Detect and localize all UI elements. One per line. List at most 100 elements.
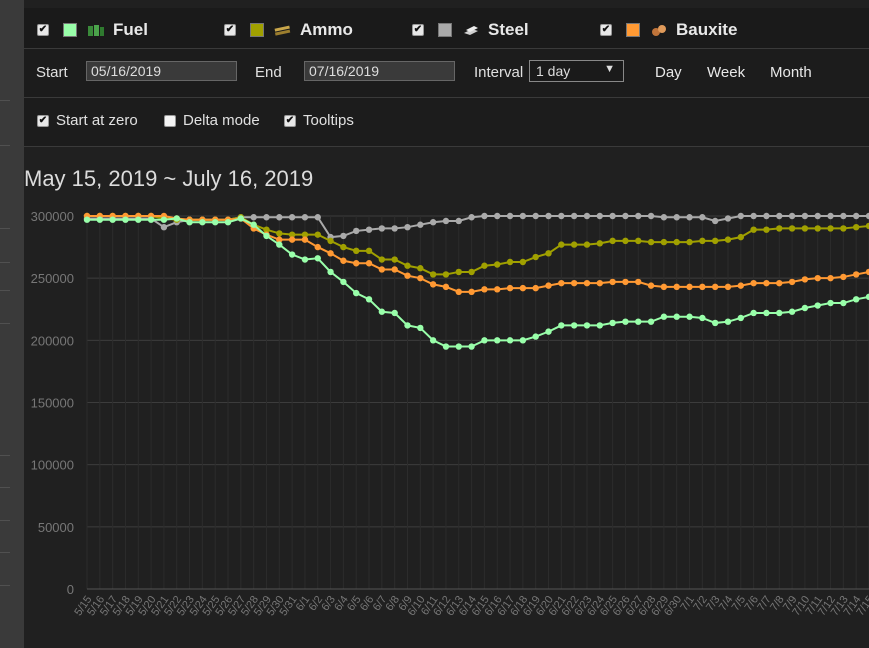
resource-toggle-ammo[interactable]: ✔ Ammo: [224, 20, 353, 40]
ammo-data-point: [442, 271, 450, 278]
fuel-data-point: [429, 337, 437, 344]
chart-series: [83, 212, 869, 350]
ammo-data-point: [429, 271, 437, 278]
ammo-data-point: [750, 226, 757, 233]
fuel-data-point: [83, 216, 91, 223]
bauxite-data-point: [442, 283, 450, 291]
fuel-data-point: [840, 299, 847, 307]
ammo-data-point: [711, 237, 719, 245]
ammo-data-point: [763, 226, 770, 233]
steel-data-point: [622, 212, 629, 220]
range-month-button[interactable]: Month: [770, 64, 812, 81]
start-label: Start: [36, 64, 68, 81]
y-tick-label: 300000: [31, 209, 74, 224]
ammo-data-point: [776, 225, 783, 232]
delta-mode-checkbox[interactable]: [164, 114, 176, 127]
fuel-data-point: [455, 343, 462, 350]
bauxite-data-point: [481, 286, 488, 293]
delta-mode-option[interactable]: Delta mode: [164, 112, 260, 129]
fuel-data-point: [173, 215, 180, 222]
bauxite-data-point: [519, 284, 527, 292]
fuel-data-point: [122, 216, 129, 223]
fuel-label: Fuel: [113, 20, 148, 39]
bauxite-data-point: [660, 283, 668, 291]
bauxite-data-point: [596, 279, 603, 287]
steel-data-point: [583, 212, 591, 220]
fuel-data-point: [737, 314, 745, 322]
ammo-data-point: [532, 253, 539, 261]
ammo-checkbox[interactable]: ✔: [224, 24, 236, 36]
fuel-data-point: [109, 216, 116, 223]
interval-select[interactable]: 1 day ▼: [529, 60, 624, 82]
fuel-color-swatch: [63, 23, 77, 37]
bauxite-data-point: [301, 236, 309, 243]
fuel-data-point: [596, 322, 603, 329]
bauxite-data-point: [417, 274, 424, 282]
steel-data-point: [481, 212, 488, 220]
ammo-data-point: [840, 225, 847, 232]
steel-data-point: [635, 212, 642, 220]
tooltips-checkbox[interactable]: ✔: [284, 114, 296, 127]
tooltips-label: Tooltips: [303, 112, 354, 129]
steel-data-point: [827, 212, 834, 220]
ammo-data-point: [660, 238, 668, 246]
fuel-checkbox[interactable]: ✔: [37, 24, 49, 36]
start-at-zero-option[interactable]: ✔ Start at zero: [37, 112, 138, 129]
bauxite-data-point: [327, 250, 334, 257]
bauxite-data-point: [429, 281, 437, 288]
start-at-zero-label: Start at zero: [56, 112, 138, 129]
fuel-data-point: [852, 296, 860, 303]
resource-toggle-steel[interactable]: ✔ Steel: [412, 20, 529, 40]
fuel-data-point: [583, 322, 591, 329]
left-panel-edge: [0, 0, 24, 648]
steel-data-point: [699, 214, 706, 221]
interval-select-value: 1 day: [536, 63, 571, 79]
fuel-data-point: [506, 337, 514, 344]
y-axis-ticks: 0 50000 100000 150000 200000 250000 300000: [31, 209, 74, 597]
resource-chart-app: ✔ Fuel ✔ Ammo ✔ Steel ✔ Bauxite Start 05…: [24, 0, 869, 648]
fuel-data-point: [814, 302, 821, 309]
bauxite-checkbox[interactable]: ✔: [600, 24, 612, 36]
steel-data-point: [737, 212, 745, 220]
ammo-label: Ammo: [300, 20, 353, 39]
range-week-button[interactable]: Week: [707, 64, 745, 81]
bauxite-data-point: [365, 260, 373, 267]
resource-toggle-fuel[interactable]: ✔ Fuel: [37, 20, 148, 40]
steel-data-point: [558, 212, 565, 220]
steel-data-point: [801, 212, 809, 220]
start-date-input[interactable]: 05/16/2019: [86, 61, 237, 81]
steel-data-point: [288, 214, 296, 221]
left-panel-divider: [0, 585, 10, 586]
bauxite-data-point: [647, 282, 655, 289]
ammo-data-point: [622, 237, 629, 245]
fuel-data-point: [699, 314, 706, 322]
tooltips-option[interactable]: ✔ Tooltips: [284, 112, 354, 129]
end-date-input[interactable]: 07/16/2019: [304, 61, 455, 81]
range-day-button[interactable]: Day: [655, 64, 682, 81]
fuel-data-point: [365, 296, 373, 303]
steel-data-point: [673, 214, 680, 221]
fuel-data-point: [417, 324, 424, 332]
ammo-data-point: [737, 233, 745, 241]
steel-data-point: [570, 212, 578, 220]
steel-data-point: [404, 223, 411, 231]
bauxite-data-point: [776, 279, 783, 287]
ammo-data-point: [699, 237, 706, 245]
fuel-data-point: [288, 251, 296, 258]
left-panel-divider: [0, 455, 10, 456]
bauxite-data-point: [788, 278, 796, 286]
steel-data-point: [609, 212, 616, 220]
steel-checkbox[interactable]: ✔: [412, 24, 424, 36]
steel-data-point: [301, 214, 309, 221]
chart-title: May 15, 2019 ~ July 16, 2019: [24, 166, 314, 191]
steel-data-point: [442, 217, 450, 225]
ammo-data-point: [468, 268, 475, 276]
start-at-zero-checkbox[interactable]: ✔: [37, 114, 49, 127]
fuel-data-point: [135, 216, 142, 223]
ammo-icon: [274, 25, 291, 36]
resource-toggle-bauxite[interactable]: ✔ Bauxite: [600, 20, 737, 40]
bauxite-data-point: [404, 272, 411, 279]
fuel-data-point: [776, 309, 783, 317]
steel-data-point: [365, 226, 373, 233]
fuel-data-point: [468, 343, 475, 350]
